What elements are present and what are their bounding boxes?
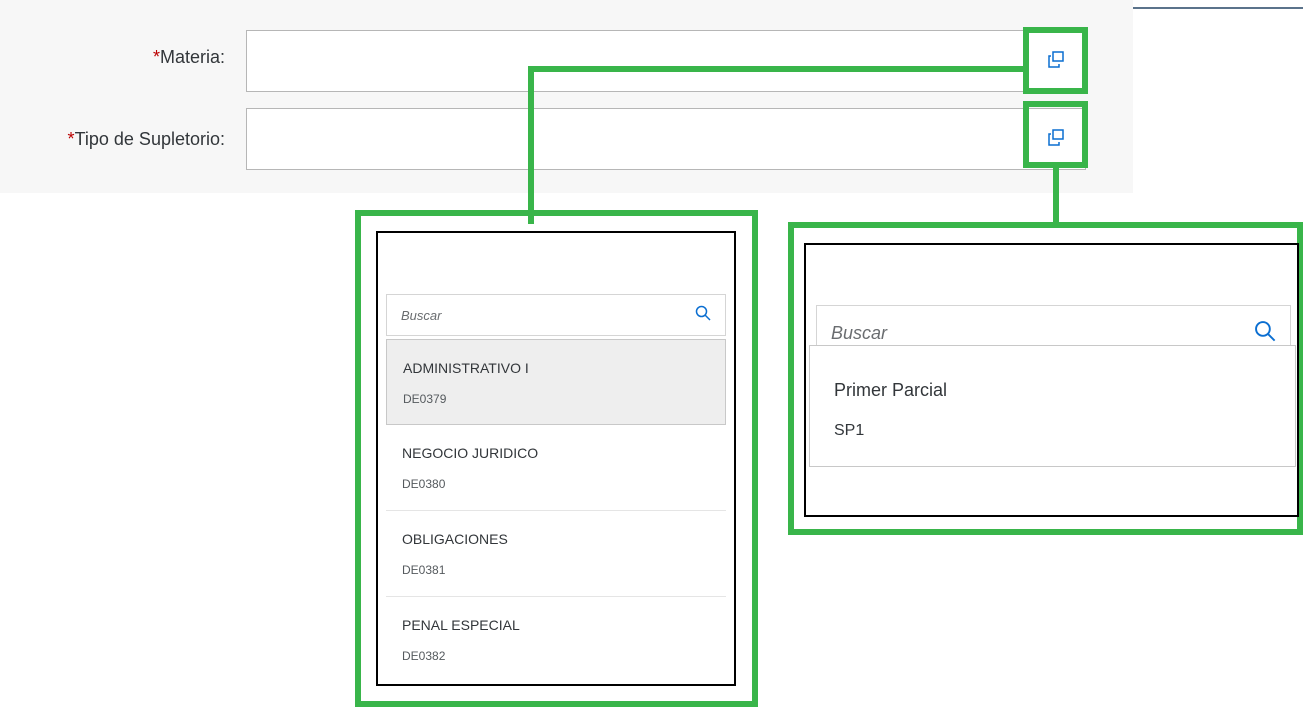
list-item[interactable]: ADMINISTRATIVO I DE0379 [386, 339, 726, 425]
tipo-supletorio-label: *Tipo de Supletorio: [67, 129, 225, 149]
materia-input[interactable] [246, 30, 1086, 92]
tipo-supletorio-input[interactable] [246, 108, 1086, 170]
connector-line [528, 66, 1025, 72]
required-mark: * [152, 47, 160, 67]
header-divider [1133, 7, 1303, 9]
list-item[interactable]: OBLIGACIONES DE0381 [386, 511, 726, 597]
search-icon[interactable] [695, 305, 711, 326]
materia-value-help-popup: Buscar ADMINISTRATIVO I DE0379 NEGOCIO J… [376, 231, 736, 686]
list-item[interactable]: PENAL ESPECIAL DE0382 [386, 597, 726, 683]
tipo-icon-highlight [1023, 101, 1088, 168]
materia-search-field[interactable]: Buscar [386, 294, 726, 336]
required-mark: * [67, 129, 75, 149]
connector-line [528, 66, 534, 224]
search-icon[interactable] [1254, 320, 1276, 347]
materia-icon-highlight [1023, 27, 1088, 94]
tipo-value-help-popup: Buscar Primer Parcial SP1 [804, 243, 1299, 517]
connector-line [1053, 166, 1059, 224]
materia-label: *Materia: [152, 47, 225, 67]
list-item[interactable]: NEGOCIO JURIDICO DE0380 [386, 425, 726, 511]
list-item[interactable]: Primer Parcial SP1 [809, 345, 1296, 467]
